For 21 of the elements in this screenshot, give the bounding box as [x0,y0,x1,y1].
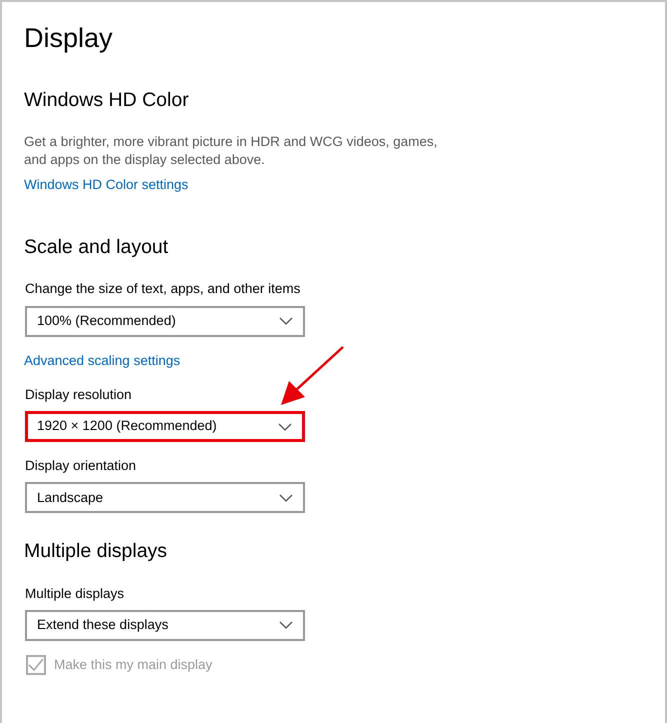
page-title: Display [24,22,114,54]
settings-link[interactable]: Advanced scaling settings [24,350,180,371]
dropdown[interactable]: Landscape [25,482,305,514]
chevron-down-icon [279,317,293,326]
description-text: Get a brighter, more vibrant picture in HDR and WCG videos, games, and apps on the display selected above. [24,132,438,169]
chevron-down-icon [279,494,293,502]
section-heading: Scale and layout [24,234,170,260]
dropdown-label: Multiple displays [25,584,126,603]
chevron-down-icon [279,621,293,630]
dropdown-label: Change the size of text, apps, and other items [25,280,302,298]
annotation-arrow [279,345,345,408]
checkbox-label: Make this my main display [54,656,212,674]
dropdown-label: Display resolution [25,386,133,404]
settings-link[interactable]: Windows HD Color settings [24,174,188,195]
dropdown-label: Display orientation [25,457,138,476]
section-heading: Multiple displays [24,539,168,564]
dropdown[interactable]: 100% (Recommended) [25,306,305,337]
dropdown[interactable]: 1920 × 1200 (Recommended) [25,411,305,442]
dropdown[interactable]: Extend these displays [25,610,305,641]
chevron-down-icon [278,422,292,431]
section-heading: Windows HD Color [24,88,190,114]
